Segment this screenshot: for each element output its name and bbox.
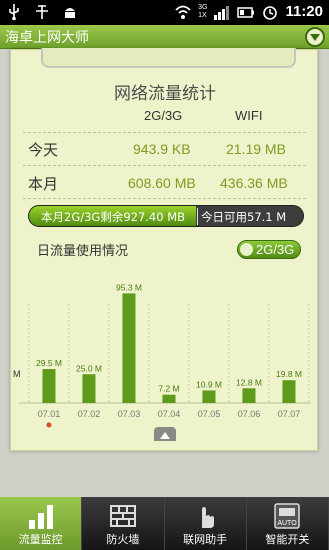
row-divider [23, 198, 306, 199]
battery-icon [237, 7, 255, 18]
chart-bar [122, 293, 136, 403]
auto-switch-icon: AUTO [274, 503, 301, 529]
toggle-knob [240, 243, 253, 256]
month-wifi-value: 436.36 MB [220, 175, 288, 191]
y-axis-label: M [13, 369, 21, 379]
chart-data-label: 7.2 M [158, 384, 179, 394]
row-label-today: 今天 [28, 141, 59, 159]
chart-bar [42, 369, 56, 403]
today-mobile-value: 943.9 KB [133, 141, 191, 157]
usb-icon [9, 4, 19, 21]
month-mobile-value: 608.60 MB [128, 175, 196, 191]
chart-tick-label: 07.01 [38, 409, 61, 419]
chart-bar [242, 388, 256, 403]
today-wifi-value: 21.19 MB [226, 141, 286, 157]
hand-icon [202, 507, 215, 528]
status-bar: 3G 1X 11:20 [0, 0, 329, 25]
alarm-icon [263, 6, 278, 20]
chart-tick-label: 07.03 [118, 409, 141, 419]
chart-tick-label: 07.02 [78, 409, 101, 419]
remaining-month-text: 本月2G/3G剩余927.40 MB [41, 210, 186, 224]
clock-time: 11:20 [285, 3, 323, 20]
chart-data-label: 12.8 M [236, 377, 262, 387]
column-header-mobile: 2G/3G [144, 108, 183, 123]
chart-bar [282, 380, 296, 403]
auto-badge-text: AUTO [278, 520, 298, 527]
card-clip-decoration [41, 48, 296, 68]
progress-separator [197, 208, 198, 225]
chart-bar [82, 374, 96, 403]
android-icon [65, 8, 75, 18]
chart-data-label: 29.5 M [36, 358, 62, 368]
current-day-marker [46, 422, 52, 428]
column-header-wifi: WIFI [235, 108, 263, 123]
expand-tab[interactable] [154, 427, 176, 441]
menu-button[interactable] [305, 27, 325, 47]
toggle-label: 2G/3G [256, 242, 295, 257]
daily-usage-chart: M 29.5 M 07.01 25.0 M 07.02 95.3 M 07.03 7.2 M 0… [13, 282, 311, 428]
chart-tick-label: 07.06 [238, 409, 261, 419]
arrow-up-icon [160, 432, 170, 439]
chart-tick-label: 07.05 [198, 409, 221, 419]
network-type-label: 3G [198, 4, 208, 11]
nav-label: 流量监控 [18, 533, 63, 546]
signal-icon [214, 6, 230, 20]
row-label-month: 本月 [28, 175, 59, 193]
available-today-text: 今日可用57.1 M [201, 210, 287, 224]
chart-data-label: 25.0 M [76, 363, 102, 373]
network-type: 3G 1X [198, 4, 207, 20]
chevron-down-icon [310, 34, 320, 41]
remaining-data-progress-bar: 本月2G/3G剩余927.40 MB 今日可用57.1 M [28, 205, 304, 227]
nav-label: 联网助手 [183, 533, 228, 546]
debug-icon [36, 5, 48, 19]
daily-usage-label: 日流量使用情况 [37, 244, 129, 259]
bottom-nav: 流量监控 防火墙 联网助手 AUTO 智能开关 [0, 497, 329, 550]
nav-traffic-monitor[interactable]: 流量监控 [0, 497, 83, 550]
traffic-stats-card: 网络流量统计 2G/3G WIFI 今天 943.9 KB 21.19 MB 本… [10, 48, 318, 451]
app-title: 海卓上网大师 [5, 30, 89, 46]
firewall-icon [109, 505, 136, 527]
nav-label: 智能开关 [265, 533, 310, 546]
row-divider [23, 132, 306, 133]
network-sub-label: 1X [198, 12, 207, 19]
chart-tick-label: 07.07 [278, 409, 301, 419]
nav-network-assistant[interactable]: 联网助手 [165, 497, 247, 550]
chart-tick-label: 07.04 [158, 409, 181, 419]
app-title-bar: 海卓上网大师 [0, 25, 329, 49]
wifi-icon [175, 5, 191, 19]
nav-label: 防火墙 [106, 533, 140, 546]
nav-firewall[interactable]: 防火墙 [82, 497, 165, 550]
chart-data-label: 19.8 M [276, 369, 302, 379]
chart-bar [162, 394, 176, 403]
card-title: 网络流量统计 [114, 84, 216, 104]
chart-bar [202, 390, 216, 403]
nav-smart-switch[interactable]: AUTO 智能开关 [247, 497, 329, 550]
chart-data-label: 95.3 M [116, 282, 142, 292]
row-divider [23, 165, 306, 166]
chart-data-label: 10.9 M [196, 379, 222, 389]
network-type-toggle[interactable]: 2G/3G [237, 240, 301, 259]
bars-icon [28, 505, 53, 529]
